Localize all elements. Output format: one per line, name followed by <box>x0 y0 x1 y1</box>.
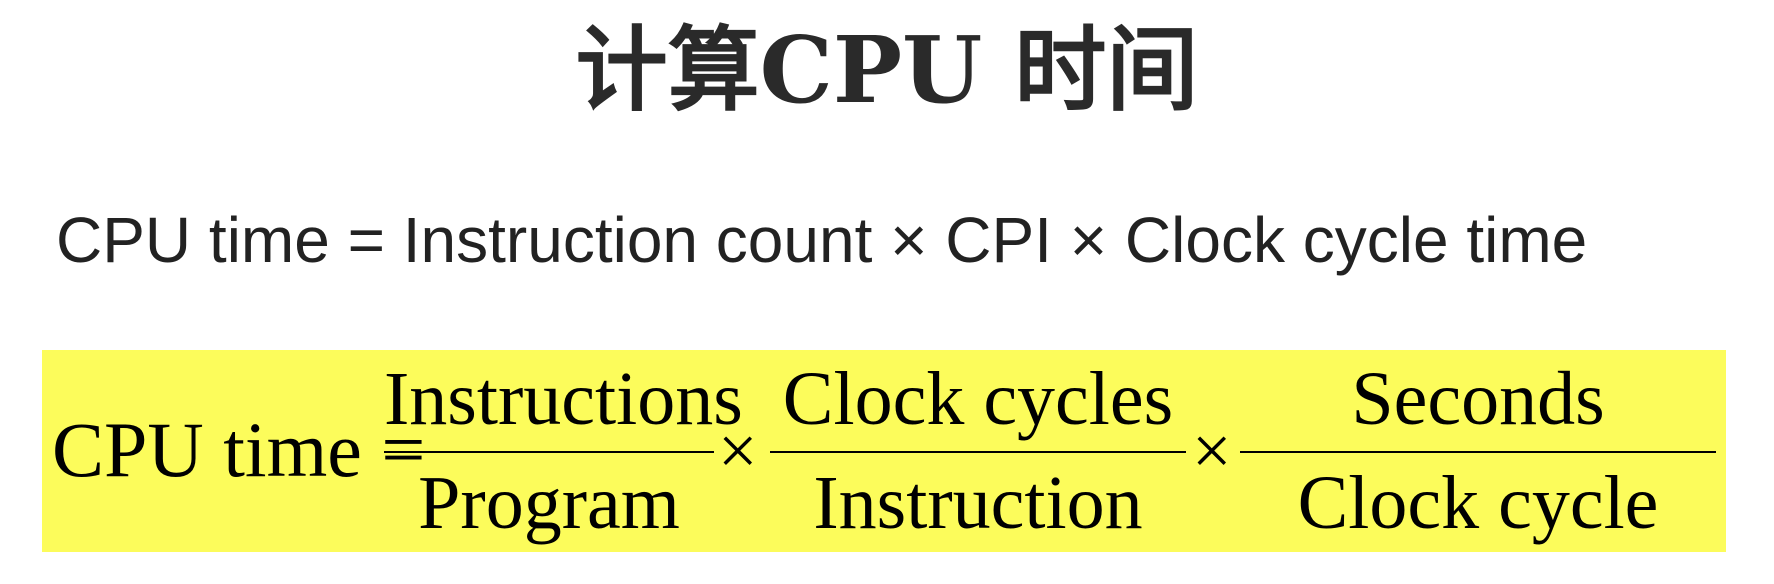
formula-lhs: CPU time = <box>52 406 426 493</box>
fraction-cycles-per-instruction: Clock cycles Instruction <box>770 350 1186 552</box>
fraction-denominator: Clock cycle <box>1297 461 1659 545</box>
cpu-time-equation: CPU time = Instruction count × CPI × Clo… <box>56 204 1588 276</box>
fraction-bar <box>384 451 714 453</box>
fraction-bar <box>770 451 1186 453</box>
fraction-instructions-per-program: Instructions Program <box>384 350 743 552</box>
highlighted-formula: CPU time = Instructions Program × Clock … <box>42 350 1726 552</box>
multiply-symbol: × <box>1192 413 1232 490</box>
fraction-seconds-per-cycle: Seconds Clock cycle <box>1240 350 1716 552</box>
fraction-numerator: Clock cycles <box>782 357 1174 441</box>
multiply-symbol: × <box>718 413 758 490</box>
slide: 计算CPU 时间 CPU time = Instruction count × … <box>0 0 1774 584</box>
fraction-bar <box>1240 451 1716 453</box>
fraction-denominator: Instruction <box>813 461 1143 545</box>
fraction-numerator: Instructions <box>384 357 743 441</box>
fraction-denominator: Program <box>418 461 680 545</box>
fraction-numerator: Seconds <box>1351 357 1605 441</box>
slide-title: 计算CPU 时间 <box>575 16 1199 124</box>
